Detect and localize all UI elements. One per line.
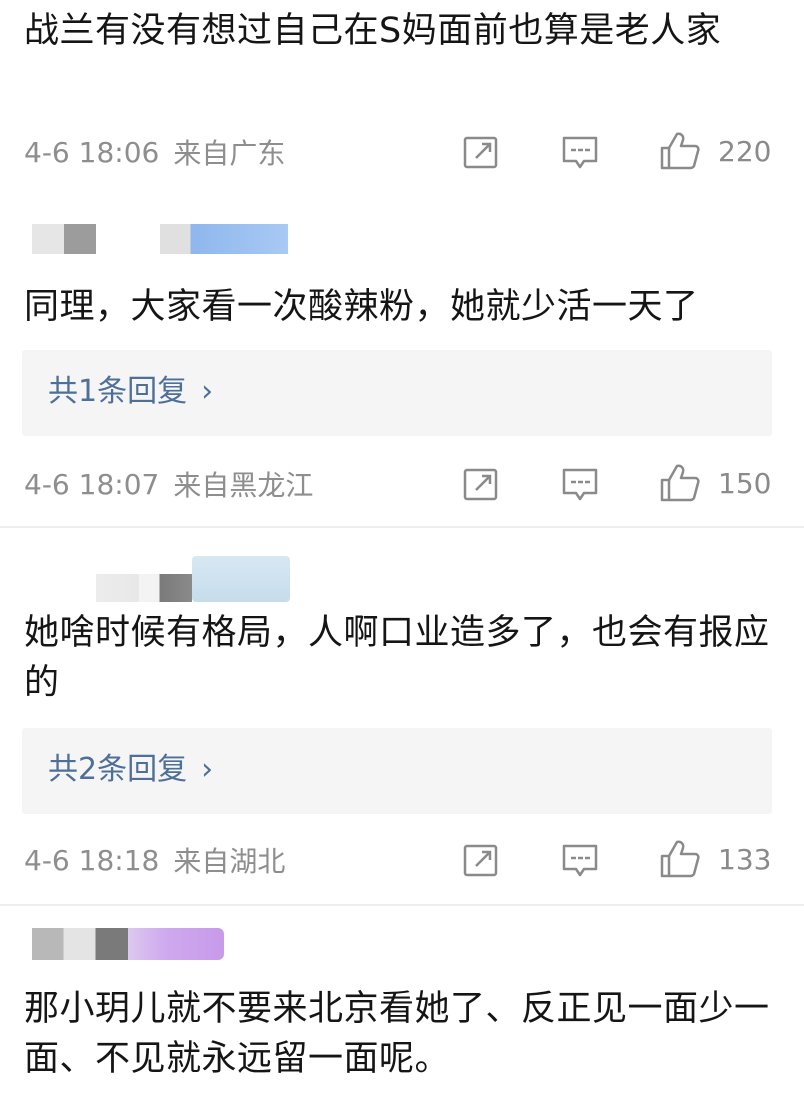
comment-time: 4-6 18:06: [24, 135, 160, 169]
comment-icon[interactable]: [560, 466, 600, 504]
chevron-right-icon: ›: [201, 374, 214, 409]
username-blurred: [128, 928, 224, 960]
like-count: 133: [718, 843, 772, 876]
comment-icon[interactable]: [560, 134, 600, 172]
comment-item: 同理，大家看一次酸辣粉，她就少活一天了 共1条回复 › 4-6 18:07 来自…: [0, 190, 804, 528]
thumbs-up-icon[interactable]: [658, 130, 702, 172]
comment-meta: 4-6 18:06 来自广东: [24, 132, 285, 172]
username-blurred: [32, 928, 128, 960]
username-blurred: [192, 556, 290, 602]
comment-icon[interactable]: [560, 842, 600, 880]
username-blurred: [96, 574, 192, 602]
like-count: 150: [718, 467, 772, 500]
view-replies-link[interactable]: 共1条回复 ›: [48, 372, 213, 412]
comment-text: 那小玥儿就不要来北京看她了、反正见一面少一面、不见就永远留一面呢。: [24, 989, 770, 1079]
comment-meta: 4-6 18:07 来自黑龙江: [24, 464, 313, 504]
comment-item: 那小玥儿就不要来北京看她了、反正见一面少一面、不见就永远留一面呢。: [0, 906, 804, 1104]
username-blurred: [160, 224, 288, 254]
comment-time: 4-6 18:18: [24, 843, 160, 877]
thumbs-up-icon[interactable]: [658, 838, 702, 880]
comment-item: 她啥时候有格局，人啊口业造多了，也会有报应的 共2条回复 › 4-6 18:18…: [0, 528, 804, 904]
comment-text: 她啥时候有格局，人啊口业造多了，也会有报应的: [24, 613, 770, 703]
comment-item: 战兰有没有想过自己在S妈面前也算是老人家 4-6 18:06 来自广东 220: [0, 0, 804, 190]
comment-location: 来自湖北: [173, 845, 286, 878]
thumbs-up-icon[interactable]: [658, 462, 702, 504]
reply-count-label: 共2条回复: [48, 752, 188, 787]
comment-text: 战兰有没有想过自己在S妈面前也算是老人家: [24, 11, 722, 51]
chevron-right-icon: ›: [201, 752, 214, 787]
comment-time: 4-6 18:07: [24, 467, 160, 501]
view-replies-link[interactable]: 共2条回复 ›: [48, 750, 213, 790]
comment-location: 来自广东: [173, 137, 286, 170]
username-blurred: [32, 224, 96, 254]
reply-count-label: 共1条回复: [48, 374, 188, 409]
comment-meta: 4-6 18:18 来自湖北: [24, 840, 285, 880]
reply-summary[interactable]: 共2条回复 ›: [22, 728, 772, 814]
share-icon[interactable]: [462, 134, 500, 170]
share-icon[interactable]: [462, 842, 500, 878]
like-count: 220: [718, 135, 772, 168]
share-icon[interactable]: [462, 466, 500, 502]
comment-location: 来自黑龙江: [173, 469, 314, 502]
comment-text: 同理，大家看一次酸辣粉，她就少活一天了: [24, 287, 699, 327]
reply-summary[interactable]: 共1条回复 ›: [22, 350, 772, 436]
